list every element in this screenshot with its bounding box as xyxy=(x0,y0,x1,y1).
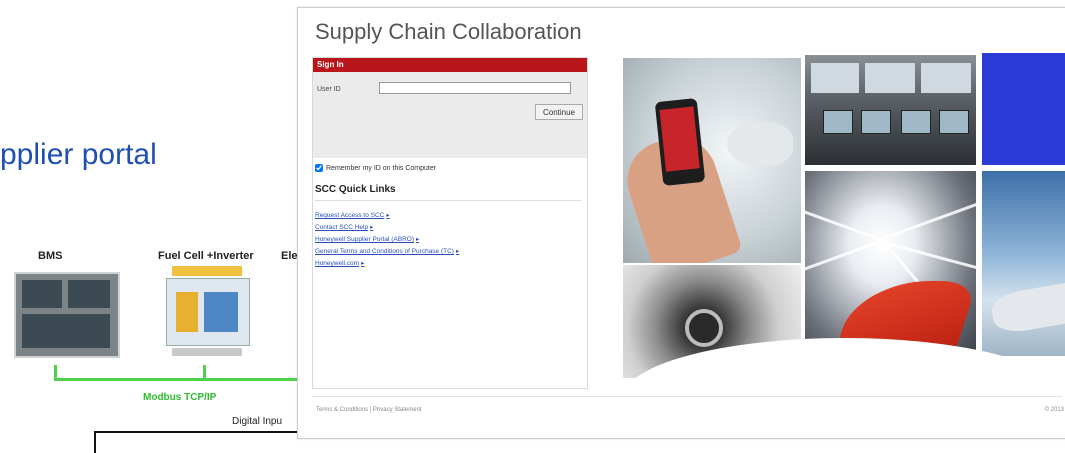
quick-link-label: Honeywell.com xyxy=(315,260,360,267)
fuel-cell-label: Fuel Cell +Inverter xyxy=(158,250,254,262)
signin-header: Sign In xyxy=(313,58,587,72)
quick-link-label: Request Access to SCC xyxy=(315,212,385,219)
remember-me-checkbox[interactable] xyxy=(315,164,323,172)
remember-me-row: Remember my ID on this Computer xyxy=(315,164,436,172)
footer-divider xyxy=(312,396,1062,397)
modbus-label: Modbus TCP/IP xyxy=(143,392,217,403)
quick-link-label: Contact SCC Help xyxy=(315,224,369,231)
continue-button[interactable]: Continue xyxy=(535,104,583,120)
modbus-bus-line xyxy=(54,378,298,381)
supplier-portal-window: Supply Chain Collaboration Sign In User … xyxy=(297,7,1065,439)
quick-link-label: General Terms and Conditions of Purchase… xyxy=(315,248,454,255)
digital-input-label: Digital Inpu xyxy=(232,416,283,427)
portal-title: Supply Chain Collaboration xyxy=(315,19,582,44)
phone-hand-image xyxy=(623,58,801,263)
quick-link-terms-conditions[interactable]: General Terms and Conditions of Purchase… xyxy=(315,246,459,258)
triangle-right-icon: ▸ xyxy=(415,236,420,243)
sky-aircraft-image xyxy=(982,171,1065,356)
footer-copyright: © 2013 xyxy=(1044,407,1064,413)
bms-screenshot-image xyxy=(14,272,120,358)
partial-equipment-label: Ele xyxy=(281,250,298,262)
bus-drop-fuel-cell xyxy=(203,365,206,379)
blue-panel-image xyxy=(982,53,1065,165)
quick-link-supplier-portal[interactable]: Honeywell Supplier Portal (ABRO) ▸ xyxy=(315,234,459,246)
triangle-right-icon: ▸ xyxy=(370,224,374,231)
remember-me-label: Remember my ID on this Computer xyxy=(326,164,437,172)
quick-links-list: Request Access to SCC ▸ Contact SCC Help ▸… xyxy=(315,210,459,270)
digital-input-box xyxy=(94,431,311,453)
cockpit-image xyxy=(805,55,976,165)
quick-link-label: Honeywell Supplier Portal (ABRO) xyxy=(315,236,414,243)
light-streaks-jet-image xyxy=(805,171,976,356)
fuel-cell-image xyxy=(162,262,252,362)
quick-links-title: SCC Quick Links xyxy=(315,184,396,195)
user-id-label: User ID xyxy=(317,86,341,93)
quick-links-divider xyxy=(315,200,581,201)
triangle-right-icon: ▸ xyxy=(386,212,390,219)
quick-link-honeywell-com[interactable]: Honeywell.com ▸ xyxy=(315,258,459,270)
footer-links[interactable]: Terms & Conditions | Privacy Statement xyxy=(316,407,422,413)
user-id-input[interactable] xyxy=(379,82,571,94)
slide-title: pplier portal xyxy=(0,138,157,171)
triangle-right-icon: ▸ xyxy=(455,248,460,255)
bms-label: BMS xyxy=(38,250,63,262)
signin-form: User ID Continue xyxy=(313,72,587,158)
bus-drop-bms xyxy=(54,365,57,379)
triangle-right-icon: ▸ xyxy=(361,260,365,267)
login-panel: Sign In User ID Continue Remember my ID … xyxy=(312,57,588,389)
quick-link-contact-help[interactable]: Contact SCC Help ▸ xyxy=(315,222,459,234)
quick-link-request-access[interactable]: Request Access to SCC ▸ xyxy=(315,210,459,222)
